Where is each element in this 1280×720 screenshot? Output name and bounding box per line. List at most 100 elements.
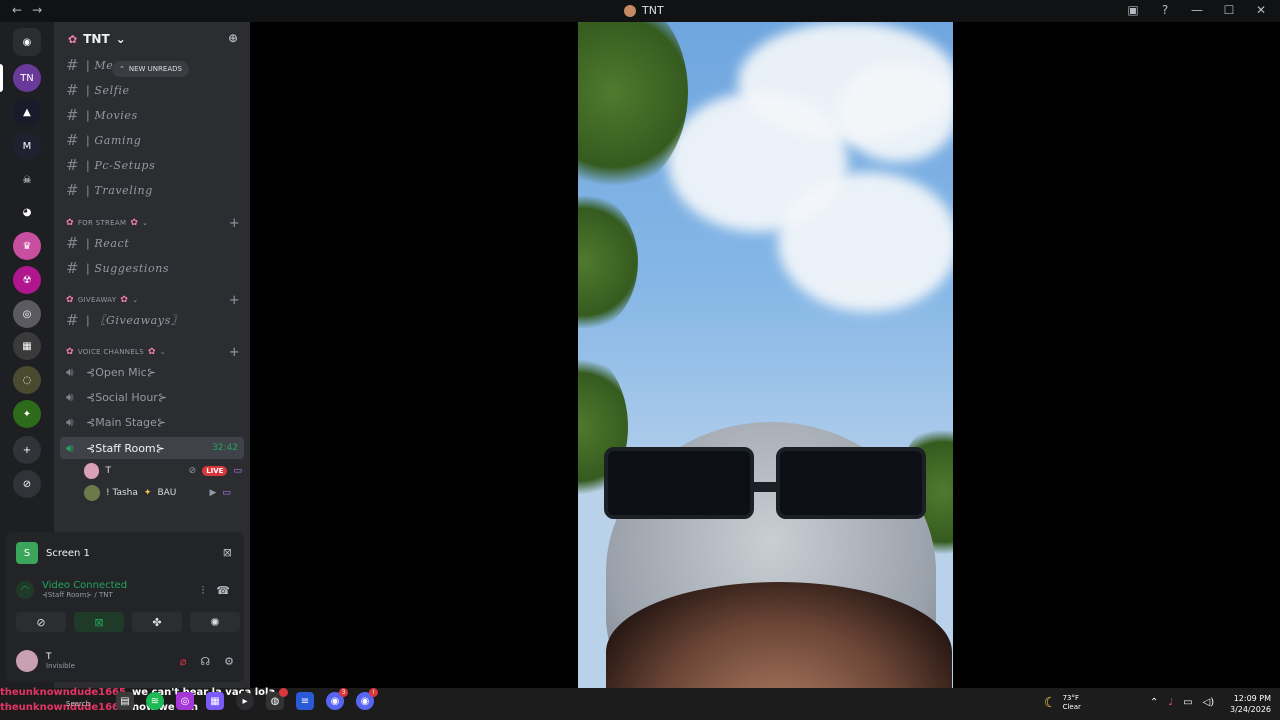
server-icon[interactable]: ♛ [13,232,41,260]
ring-app-icon[interactable]: ◍ [266,688,288,710]
flower-icon: ✿ [120,295,129,305]
taskbar-search[interactable]: Search [66,700,90,708]
moon-icon: ☾ [1044,695,1057,711]
forward-arrow-icon[interactable]: → [32,3,42,17]
system-tray: ⌃ ♩ ▭ ◁) [1150,697,1214,708]
spotify-icon[interactable]: ≋ [146,692,164,710]
server-icon[interactable]: ▦ [13,332,41,360]
channel-gaming[interactable]: # | Gaming [60,129,244,151]
voice-channel-name: ⊰Social Hour⊱ [86,390,168,404]
chevron-up-icon[interactable]: ⌃ [1150,697,1158,708]
explore-icon[interactable]: ⊘ [13,470,41,498]
screen-share-button[interactable]: ⊠ [74,612,124,632]
channel-react[interactable]: # | React [60,232,244,254]
time: 12:09 PM [1233,694,1272,703]
server-icon[interactable]: ☢ [13,266,41,294]
grid-app-icon[interactable]: ▦ [206,692,224,710]
taskbar-apps: ▤ ≋ ◎ ▦ ▸ ◍ ≡ ◉ 3 ◉! [116,688,378,710]
connection-label[interactable]: Video Connected [42,580,127,591]
voice-member-tasha[interactable]: ! Tasha ✦ BAU ▶ ▭ [84,484,242,502]
gear-icon[interactable]: ⚙ [224,655,234,668]
maximize-button[interactable]: ☐ [1220,3,1238,17]
volume-icon[interactable]: ◁) [1203,697,1215,708]
add-channel-icon[interactable]: + [229,216,240,231]
inbox-icon[interactable]: ▣ [1124,3,1142,17]
server-icon[interactable]: M [13,132,41,160]
voice-main-stage[interactable]: 🔊︎ ⊰Main Stage⊱ [60,411,244,433]
server-icon[interactable]: ✦ [13,400,41,428]
flower-icon: ✿ [66,347,74,357]
add-channel-icon[interactable]: + [229,293,240,308]
close-button[interactable]: ✕ [1252,3,1270,17]
stop-share-icon[interactable]: ⊠ [223,546,232,559]
minimize-button[interactable]: — [1188,3,1206,17]
voice-staff-room[interactable]: 🔊︎ ⊰Staff Room⊱ 32:42 [60,437,244,459]
server-icon[interactable]: ◎ [13,300,41,328]
channel-selfie[interactable]: # | Selfie [60,79,244,101]
screen-share-row[interactable]: S Screen 1 [16,542,90,564]
voice-panel: S Screen 1 ⊠ ◠ Video Connected ⊰Staff Ro… [6,532,244,682]
activities-button[interactable]: ✤ [132,612,182,632]
channel-name: | Pc-Setups [86,158,156,172]
server-icon[interactable]: ◌ [13,366,41,394]
member-tag: BAU [157,488,177,498]
window-title-text: TNT [642,4,664,17]
speaker-icon: 🔊︎ [66,364,74,379]
add-server-icon[interactable]: + [13,436,41,464]
soundboard-button[interactable]: ✺ [190,612,240,632]
headphones-icon[interactable]: ☊ [200,655,210,668]
file-explorer-icon[interactable]: ▤ [116,692,134,710]
star-icon: ✦ [143,488,152,498]
activity-icon: ▭ [233,466,242,476]
help-icon[interactable]: ? [1156,3,1174,17]
avatar [84,485,100,501]
clock[interactable]: 12:09 PM 3/24/2026 [1230,693,1271,715]
voice-social-hour[interactable]: 🔊︎ ⊰Social Hour⊱ [60,386,244,408]
microphone-icon[interactable]: ♩ [1168,697,1173,708]
voice-member-t[interactable]: T ⊘ LIVE ▭ [84,462,242,480]
server-icon[interactable]: ▲ [13,98,41,126]
server-icon[interactable]: ☠ [13,166,41,194]
server-icon[interactable]: TN [13,64,41,92]
home-icon[interactable]: ◉ [13,28,41,56]
new-unreads-pill[interactable]: ⌃ NEW UNREADS [112,61,189,77]
podcast-icon[interactable]: ◎ [176,692,194,710]
category-giveaway[interactable]: ✿ GIVEAWAY ✿ ⌄ + [66,293,244,308]
category-voice-channels[interactable]: ✿ VOICE CHANNELS ✿ ⌄ + [66,345,244,360]
avatar[interactable] [16,650,38,672]
flower-icon: ✿ [66,295,74,305]
back-arrow-icon[interactable]: ← [12,3,22,17]
server-icon[interactable]: ◕ [13,198,41,226]
hash-icon: # [66,156,79,174]
live-badge: LIVE [202,466,228,476]
notification-badge: ! [369,688,378,697]
voice-channel-name: ⊰Main Stage⊱ [86,415,166,429]
media-app-icon[interactable]: ▸ [236,692,254,710]
weather-widget[interactable]: ☾ 73°F Clear [1044,694,1081,712]
notepad-icon[interactable]: ≡ [296,692,314,710]
channel-giveaways[interactable]: # | 〖Giveaways〗 [60,309,244,331]
category-label: GIVEAWAY [77,296,117,304]
voice-open-mic[interactable]: 🔊︎ ⊰Open Mic⊱ [60,361,244,383]
cloud-shape [778,172,953,312]
voice-controls: ⊘ ⊠ ✤ ✺ [16,612,240,632]
noise-suppression-icon[interactable]: ⫶ [202,584,205,598]
add-user-icon[interactable]: ⊕ [228,31,238,45]
channel-traveling[interactable]: # | Traveling [60,179,244,201]
mic-muted-icon[interactable]: ⌀ [180,655,187,668]
member-name: T [105,466,111,476]
camera-off-button[interactable]: ⊘ [16,612,66,632]
channel-suggestions[interactable]: # | Suggestions [60,257,244,279]
channel-movies[interactable]: # | Movies [60,104,244,126]
category-label: FOR STREAM [77,219,127,227]
category-for-stream[interactable]: ✿ FOR STREAM ✿ ⌄ + [66,216,244,231]
video-stream[interactable] [578,22,953,688]
channel-name: | Me [86,58,114,72]
add-channel-icon[interactable]: + [229,345,240,360]
network-icon[interactable]: ▭ [1183,697,1192,708]
disconnect-icon[interactable]: ☎︎ [216,584,230,598]
discord-icon[interactable]: ◉ 3 [326,688,348,710]
discord-active-icon[interactable]: ◉! [356,688,378,710]
server-header[interactable]: ✿ TNT ⌄ ⊕ [54,22,250,56]
channel-pc-setups[interactable]: # | Pc-Setups [60,154,244,176]
